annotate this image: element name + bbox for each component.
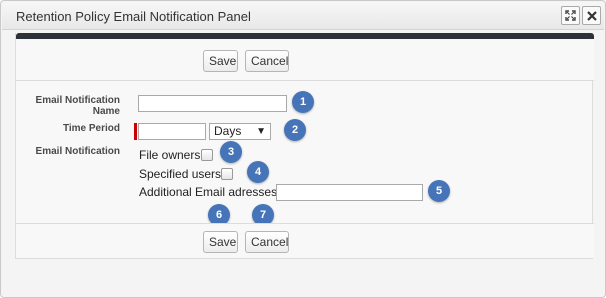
notification-panel: Retention Policy Email Notification Pane… bbox=[0, 0, 606, 298]
callout-badge-2: 2 bbox=[284, 119, 306, 141]
panel-content: Save Cancel Email Notification Name 1 Ti… bbox=[15, 33, 594, 259]
time-period-label: Time Period bbox=[62, 123, 120, 134]
expand-icon bbox=[565, 10, 576, 21]
expand-button[interactable] bbox=[561, 6, 580, 25]
specified-users-label: Specified users bbox=[139, 167, 222, 181]
required-marker bbox=[134, 123, 137, 140]
time-period-input[interactable] bbox=[138, 123, 206, 140]
close-icon bbox=[586, 10, 597, 21]
cancel-button-bottom[interactable]: Cancel bbox=[245, 231, 289, 253]
callout-badge-3: 3 bbox=[220, 141, 242, 163]
panel-titlebar: Retention Policy Email Notification Pane… bbox=[2, 2, 604, 30]
notification-name-input[interactable] bbox=[138, 95, 287, 112]
callout-badge-5: 5 bbox=[428, 180, 450, 202]
specified-users-checkbox[interactable] bbox=[221, 168, 233, 180]
save-button-bottom[interactable]: Save bbox=[203, 231, 238, 253]
callout-badge-1: 1 bbox=[292, 91, 314, 113]
bottom-button-row: Save Cancel bbox=[16, 223, 594, 258]
close-button[interactable] bbox=[582, 6, 601, 25]
email-notification-label: Email Notification bbox=[35, 146, 120, 157]
additional-email-input[interactable] bbox=[276, 184, 423, 201]
name-label: Email Notification Name bbox=[16, 95, 120, 117]
panel-title: Retention Policy Email Notification Pane… bbox=[16, 9, 251, 24]
name-label-line2: Name bbox=[92, 106, 120, 117]
name-label-line1: Email Notification bbox=[35, 95, 120, 106]
cancel-button-top[interactable]: Cancel bbox=[245, 50, 289, 72]
save-button-top[interactable]: Save bbox=[203, 50, 238, 72]
file-owners-label: File owners bbox=[139, 148, 201, 162]
callout-badge-4: 4 bbox=[247, 161, 269, 183]
dropdown-arrow-icon: ▼ bbox=[256, 126, 266, 137]
additional-email-label: Additional Email adresses: bbox=[139, 185, 281, 199]
top-button-row: Save Cancel bbox=[16, 39, 594, 81]
file-owners-checkbox[interactable] bbox=[201, 149, 213, 161]
time-unit-value: Days bbox=[214, 124, 242, 138]
time-unit-select[interactable]: Days ▼ bbox=[209, 123, 271, 140]
